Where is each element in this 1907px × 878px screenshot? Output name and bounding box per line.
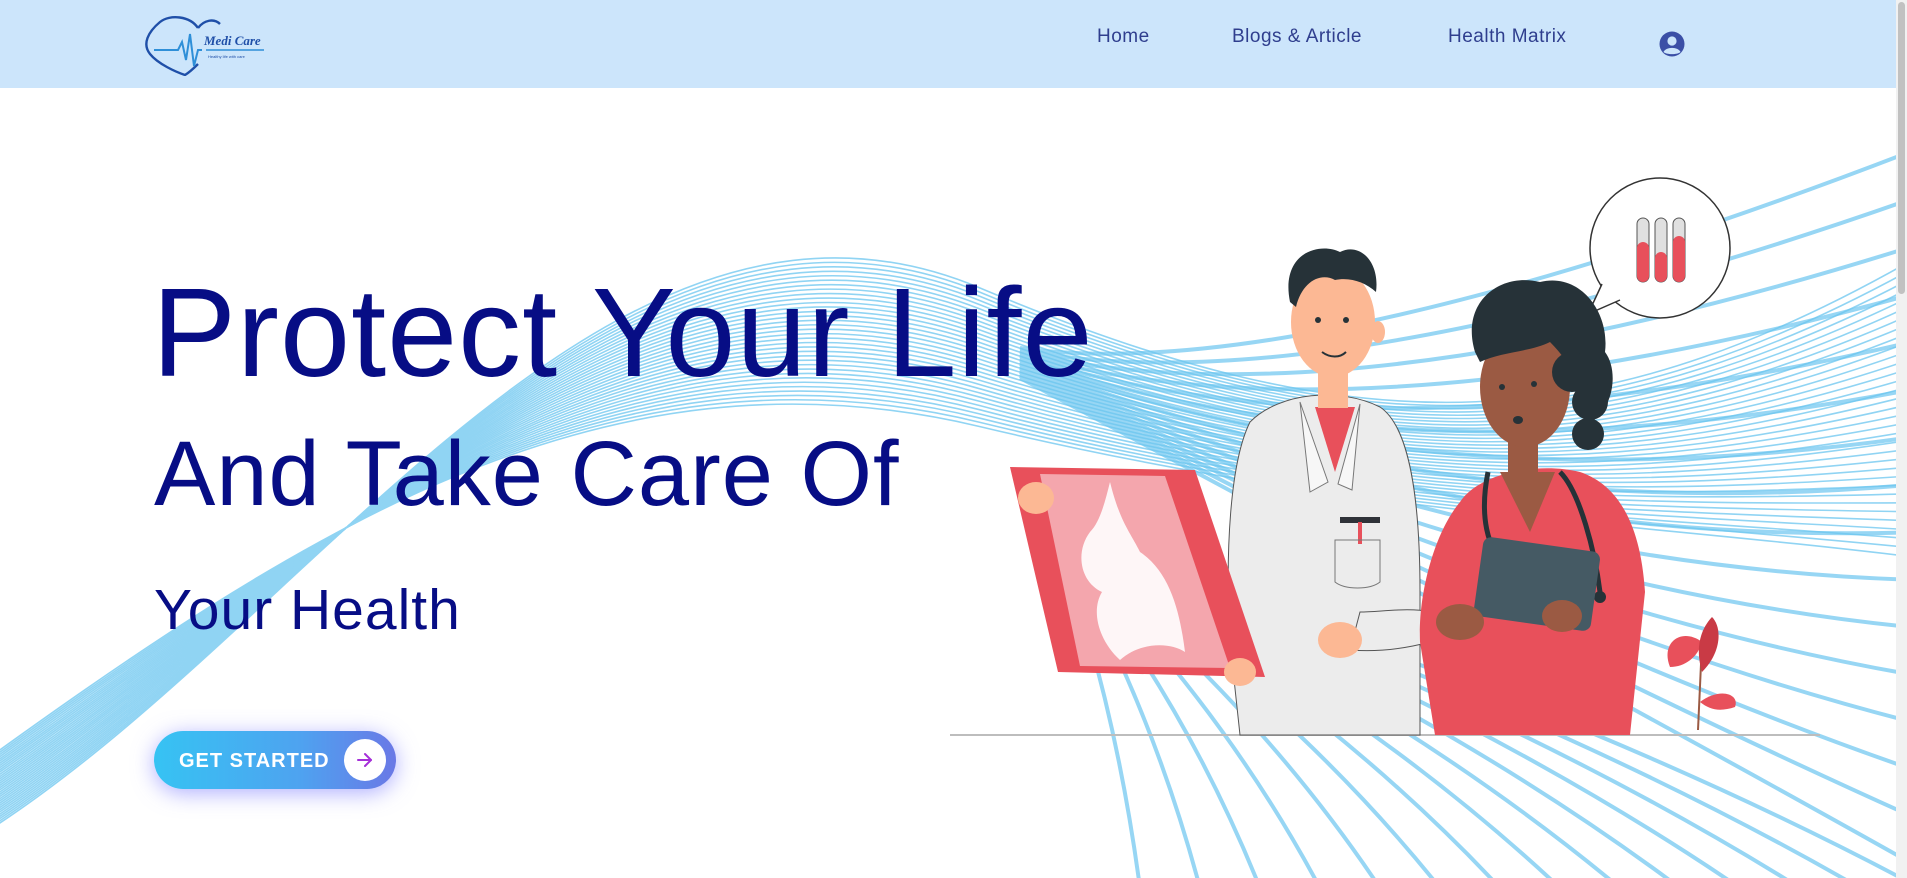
hero-title-line-3: Your Health (154, 578, 461, 642)
nav-home[interactable]: Home (1097, 26, 1150, 48)
navbar: Medi Care Healthy life with care Home Bl… (0, 0, 1907, 88)
page-scrollbar[interactable] (1896, 0, 1907, 878)
scrollbar-thumb[interactable] (1898, 2, 1905, 294)
hero-title-line-1: Protect Your Life (152, 262, 1094, 403)
medi-care-logo[interactable]: Medi Care Healthy life with care (138, 14, 268, 77)
get-started-button[interactable]: GET STARTED (154, 731, 396, 789)
hero-title-line-2: And Take Care Of (154, 423, 900, 525)
nav-blogs-article[interactable]: Blogs & Article (1232, 26, 1362, 48)
doctors-illustration (950, 177, 1820, 736)
xray-film (1010, 467, 1265, 686)
arrow-right-icon (357, 753, 372, 767)
plant-decoration (1667, 617, 1736, 731)
user-circle-icon[interactable] (1658, 30, 1686, 58)
test-tubes-bubble-icon (1586, 177, 1731, 319)
svg-text:Healthy life with care: Healthy life with care (208, 54, 246, 59)
cta-arrow-circle (344, 739, 386, 781)
svg-text:Medi Care: Medi Care (203, 33, 261, 48)
nav-health-matrix[interactable]: Health Matrix (1448, 26, 1566, 48)
get-started-label: GET STARTED (179, 750, 330, 772)
female-doctor (1419, 280, 1645, 735)
